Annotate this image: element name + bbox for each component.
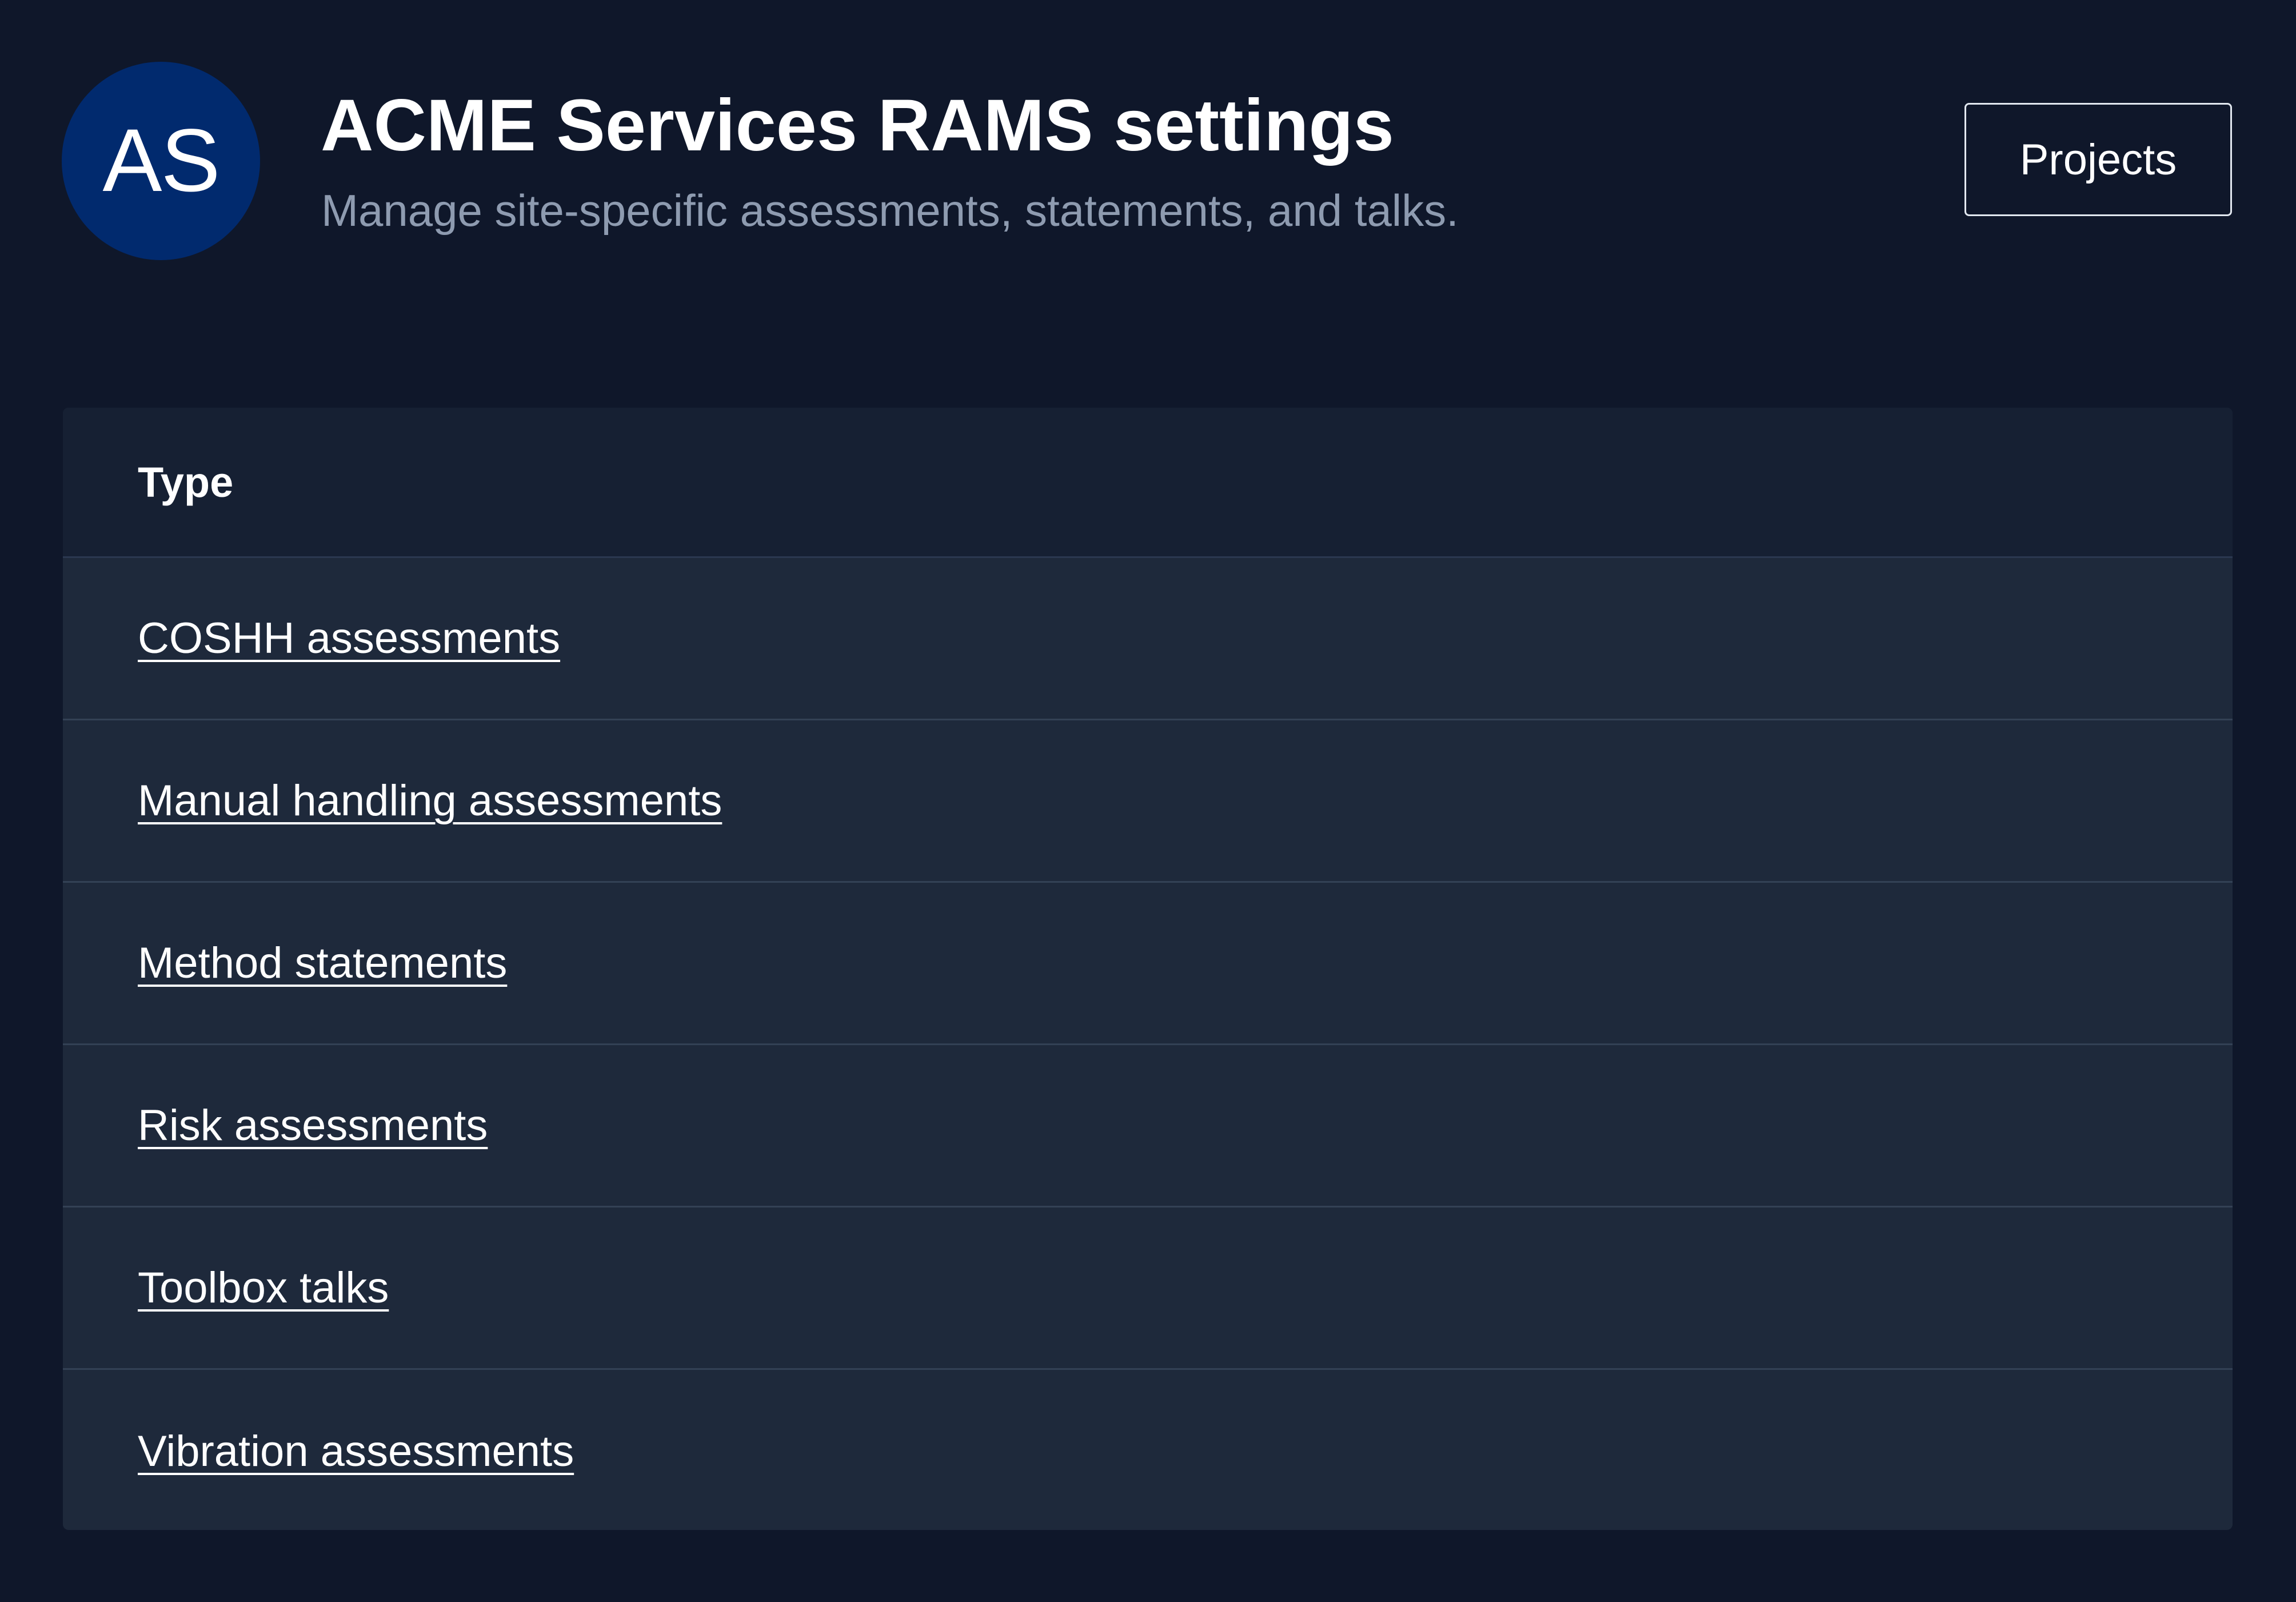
- table-row: Method statements: [63, 883, 2233, 1045]
- table-row: Vibration assessments: [63, 1370, 2233, 1530]
- risk-assessments-link[interactable]: Risk assessments: [138, 1101, 488, 1150]
- rams-types-table: Type COSHH assessments Manual handling a…: [63, 408, 2233, 1530]
- coshh-assessments-link[interactable]: COSHH assessments: [138, 613, 560, 663]
- toolbox-talks-link[interactable]: Toolbox talks: [138, 1263, 389, 1313]
- table-row: Manual handling assessments: [63, 720, 2233, 883]
- page-header: AS ACME Services RAMS settings Manage si…: [0, 0, 2296, 320]
- table-row: Risk assessments: [63, 1045, 2233, 1208]
- table-row: Toolbox talks: [63, 1208, 2233, 1370]
- table-row: COSHH assessments: [63, 558, 2233, 720]
- avatar: AS: [62, 62, 260, 260]
- vibration-assessments-link[interactable]: Vibration assessments: [138, 1426, 574, 1476]
- projects-button[interactable]: Projects: [1964, 103, 2232, 216]
- method-statements-link[interactable]: Method statements: [138, 938, 507, 988]
- manual-handling-assessments-link[interactable]: Manual handling assessments: [138, 776, 722, 826]
- column-header-type: Type: [138, 458, 234, 506]
- page-title: ACME Services RAMS settings: [321, 85, 1394, 166]
- table-header-row: Type: [63, 408, 2233, 558]
- page-subtitle: Manage site-specific assessments, statem…: [321, 185, 1459, 236]
